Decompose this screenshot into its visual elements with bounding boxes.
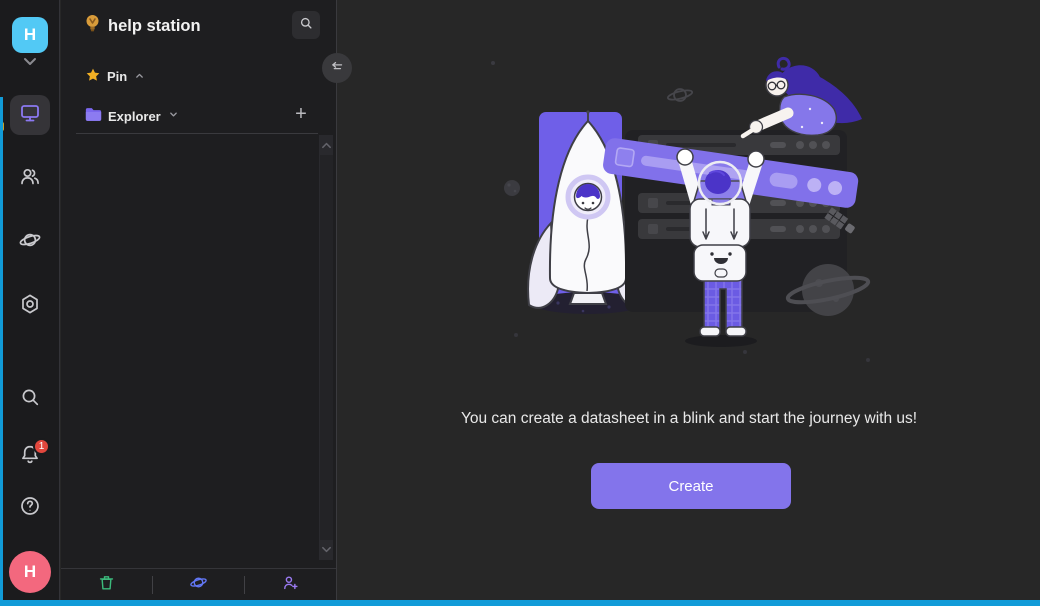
- search-icon: [18, 385, 42, 414]
- icon-rail: H: [0, 0, 60, 606]
- window-edge-left: [0, 97, 3, 606]
- sidebar-item-search[interactable]: [10, 379, 50, 419]
- templates-planet-icon: [18, 228, 42, 257]
- panel-search-button[interactable]: [292, 11, 320, 39]
- planet-icon: [189, 573, 208, 597]
- sidebar-item-workbench[interactable]: [10, 95, 50, 135]
- explorer-section-toggle[interactable]: Explorer: [85, 107, 180, 125]
- explorer-section-label: Explorer: [108, 109, 161, 124]
- contacts-icon: [18, 164, 42, 193]
- tree-scrollbar[interactable]: [319, 135, 333, 560]
- flying-woman: [743, 58, 862, 136]
- bulb-icon: [84, 14, 101, 38]
- invite-member-icon: [281, 573, 300, 597]
- trash-icon: [97, 573, 116, 597]
- workspace-title: help station: [84, 14, 201, 38]
- workspace-switch-chevron-icon[interactable]: [18, 56, 42, 70]
- pin-section-toggle[interactable]: Pin: [85, 67, 146, 86]
- sidebar-item-settings[interactable]: [10, 286, 50, 326]
- workbench-monitor-icon: [18, 101, 42, 130]
- user-avatar[interactable]: H: [9, 551, 51, 593]
- workspace-panel: help station Pin: [61, 0, 337, 606]
- workspace-avatar[interactable]: H: [12, 17, 48, 53]
- window-edge-bottom: [0, 600, 1040, 606]
- create-button[interactable]: Create: [591, 463, 791, 509]
- template-center-button[interactable]: [153, 573, 244, 597]
- workspace-title-label: help station: [108, 17, 201, 36]
- help-question-icon: [18, 494, 42, 523]
- sidebar-item-help[interactable]: [10, 488, 50, 528]
- app-window: H: [0, 0, 1040, 606]
- pin-section-label: Pin: [107, 69, 127, 84]
- collapse-sidebar-handle[interactable]: [322, 53, 352, 83]
- empty-state-caption: You can create a datasheet in a blink an…: [338, 410, 1040, 428]
- notification-badge: 1: [33, 438, 50, 455]
- panel-bottom-toolbar: [61, 568, 336, 600]
- settings-hexagon-icon: [18, 292, 42, 321]
- collapse-left-icon: [328, 57, 346, 80]
- empty-state-illustration: [488, 53, 908, 378]
- chevron-down-icon: [167, 108, 180, 124]
- add-node-button[interactable]: +: [290, 103, 312, 125]
- star-icon: [85, 67, 101, 86]
- panel-header: help station: [61, 10, 336, 42]
- sidebar-item-templates[interactable]: [10, 222, 50, 262]
- search-icon: [298, 15, 314, 36]
- main-area: You can create a datasheet in a blink an…: [338, 0, 1040, 606]
- sidebar-item-contacts[interactable]: [10, 158, 50, 198]
- invite-member-button[interactable]: [245, 573, 336, 597]
- scroll-up-button[interactable]: [320, 135, 333, 155]
- folder-icon: [85, 107, 102, 125]
- scroll-down-button[interactable]: [320, 540, 333, 560]
- trash-button[interactable]: [61, 573, 152, 597]
- tree-divider: [76, 133, 318, 134]
- chevron-up-icon: [133, 69, 146, 85]
